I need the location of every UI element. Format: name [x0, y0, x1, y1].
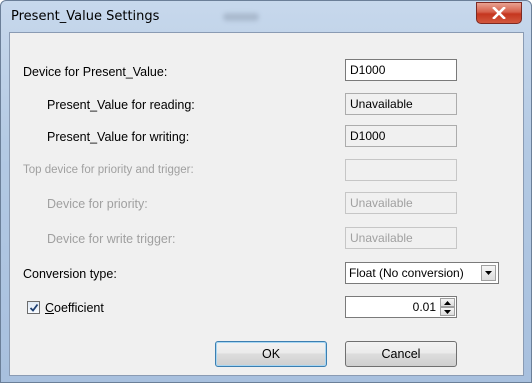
close-button[interactable] — [476, 2, 522, 24]
conversion-type-label: Conversion type: — [23, 267, 117, 281]
spin-up-button[interactable] — [440, 298, 455, 307]
coefficient-label-rest: oefficient — [54, 301, 104, 315]
chevron-down-icon — [485, 271, 492, 275]
spin-down-button[interactable] — [440, 307, 455, 316]
checkmark-icon — [29, 303, 39, 312]
window-title: Present_Value Settings — [11, 9, 160, 24]
spin-buttons — [440, 298, 455, 316]
close-icon — [492, 7, 506, 19]
coefficient-checkbox[interactable] — [27, 301, 40, 314]
device-priority-label: Device for priority: — [47, 197, 148, 211]
coefficient-spinner[interactable]: 0.01 — [345, 296, 457, 318]
coefficient-value[interactable]: 0.01 — [413, 300, 436, 314]
device-pv-input[interactable]: D1000 — [345, 59, 457, 81]
title-bar[interactable]: Present_Value Settings — [1, 1, 531, 31]
dialog-body: Device for Present_Value: D1000 Present_… — [9, 32, 524, 376]
dropdown-arrow[interactable] — [481, 265, 496, 281]
device-pv-label: Device for Present_Value: — [23, 65, 168, 79]
dialog-window: Present_Value Settings Device for Presen… — [0, 0, 532, 383]
pv-writing-label: Present_Value for writing: — [47, 130, 190, 144]
ok-button[interactable]: OK — [215, 341, 327, 367]
cancel-button[interactable]: Cancel — [345, 341, 457, 367]
device-write-trigger-label: Device for write trigger: — [47, 232, 176, 246]
conversion-type-value: Float (No conversion) — [349, 266, 464, 280]
pv-reading-label: Present_Value for reading: — [47, 98, 195, 112]
coefficient-mnemonic: C — [45, 301, 55, 315]
top-device-label: Top device for priority and trigger: — [23, 164, 194, 176]
triangle-up-icon — [444, 300, 451, 305]
top-device-input — [345, 159, 457, 181]
coefficient-label: Coefficient — [45, 301, 104, 315]
title-blur — [223, 13, 259, 21]
pv-reading-field: Unavailable — [345, 93, 457, 115]
triangle-down-icon — [444, 309, 451, 314]
pv-writing-field: D1000 — [345, 125, 457, 147]
device-write-trigger-field: Unavailable — [345, 227, 457, 249]
device-priority-field: Unavailable — [345, 192, 457, 214]
conversion-type-select[interactable]: Float (No conversion) — [345, 262, 499, 284]
